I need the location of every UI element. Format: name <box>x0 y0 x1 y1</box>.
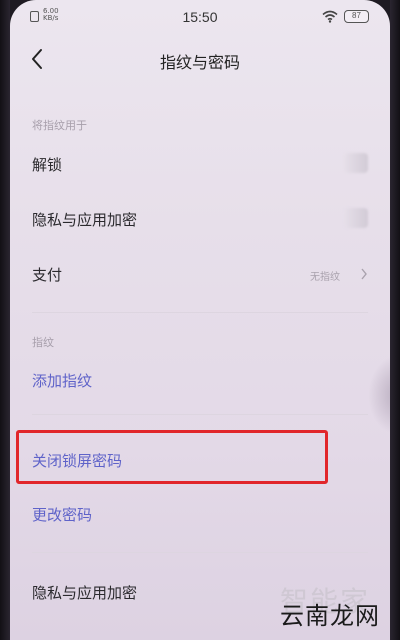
section-label-fingerprint: 指纹 <box>32 336 54 349</box>
change-password-link[interactable]: 更改密码 <box>32 504 92 525</box>
unlock-row-label[interactable]: 解锁 <box>32 154 62 175</box>
battery-indicator: 87 <box>344 10 369 23</box>
add-fingerprint-link[interactable]: 添加指纹 <box>32 370 92 391</box>
privacy-encryption-bottom-row[interactable]: 隐私与应用加密 <box>32 582 137 603</box>
phone-screen: 6.00 KB/s 15:50 87 指纹与密码 将指纹用于 解锁 隐私与应用加… <box>10 0 390 640</box>
payment-status-value: 无指纹 <box>310 272 340 283</box>
privacy-encryption-toggle[interactable] <box>344 208 368 228</box>
finger-shadow <box>368 355 390 435</box>
section-divider <box>32 414 368 415</box>
highlight-annotation-box <box>16 430 328 484</box>
status-bar: 6.00 KB/s 15:50 87 <box>10 0 390 34</box>
wifi-icon <box>322 10 338 23</box>
chevron-right-icon <box>361 268 367 280</box>
page-title: 指纹与密码 <box>159 53 240 72</box>
unlock-toggle[interactable] <box>344 153 368 173</box>
phone-bezel-right <box>390 0 400 640</box>
section-divider <box>32 312 368 313</box>
privacy-encryption-row-label[interactable]: 隐私与应用加密 <box>32 209 137 230</box>
watermark-main: 云南龙网 <box>280 602 380 630</box>
payment-row-label[interactable]: 支付 <box>32 264 62 285</box>
section-divider <box>32 552 368 553</box>
phone-bezel-left <box>0 0 10 640</box>
section-label-fingerprint-use: 将指纹用于 <box>32 119 87 132</box>
